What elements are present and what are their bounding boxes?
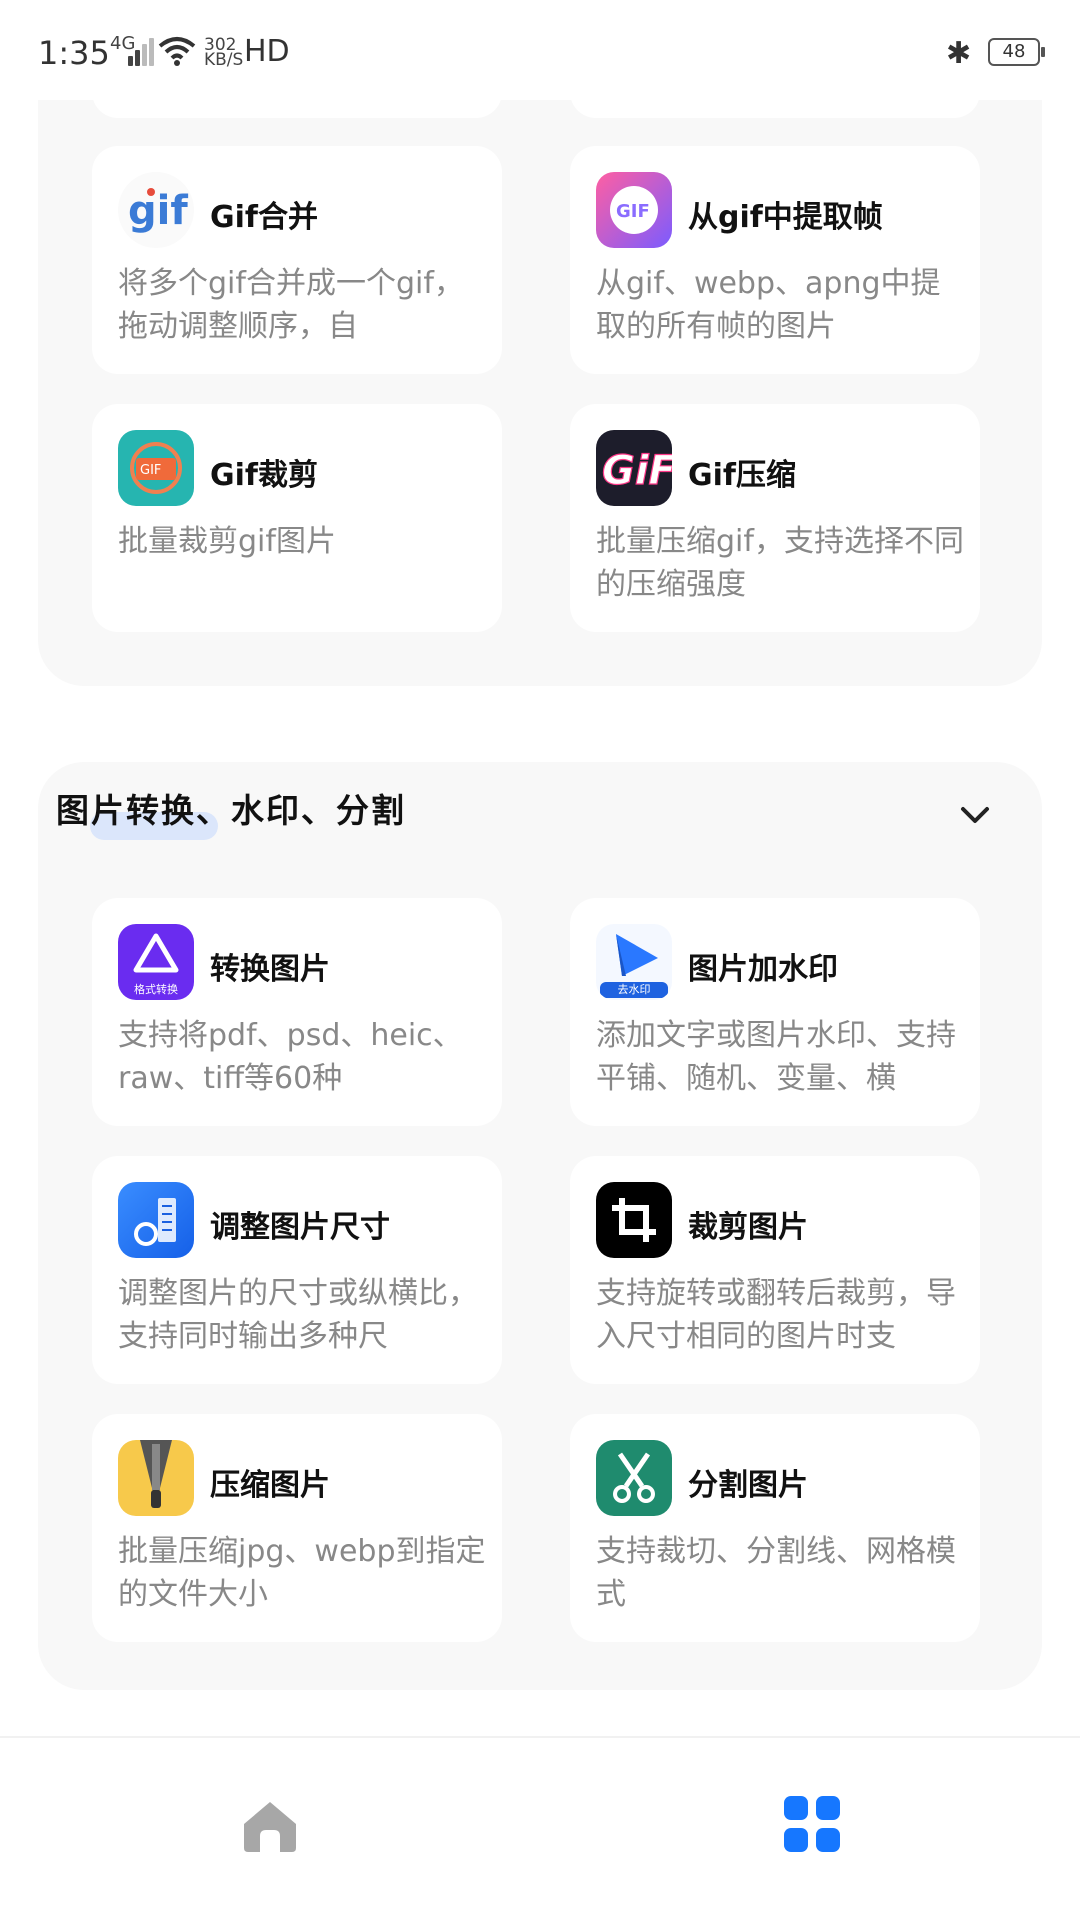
signal-icon <box>128 36 154 66</box>
tool-title: Gif压缩 <box>688 458 796 493</box>
tool-desc: 支持将pdf、psd、heic、raw、tiff等60种 <box>118 1018 463 1096</box>
home-icon[interactable] <box>240 1796 300 1856</box>
status-time: 1:35 <box>38 34 110 72</box>
bluetooth-icon: ✱ <box>946 36 972 71</box>
svg-text:gif: gif <box>128 188 188 234</box>
tool-desc: 支持裁切、分割线、网格模式 <box>596 1534 956 1612</box>
tool-title: Gif裁剪 <box>210 458 318 493</box>
tool-title: 压缩图片 <box>210 1468 330 1503</box>
tool-title: 转换图片 <box>210 952 330 987</box>
gif-merge-icon: gif <box>118 172 194 248</box>
net-speed-unit: KB/S <box>204 50 244 70</box>
svg-text:GIF: GIF <box>140 463 161 478</box>
tool-card-split-image[interactable]: 分割图片 支持裁切、分割线、网格模式 <box>570 1414 980 1642</box>
tool-card-crop-image[interactable]: 裁剪图片 支持旋转或翻转后裁剪，导入尺寸相同的图片时支 <box>570 1156 980 1384</box>
svg-text:GiF: GiF <box>602 448 672 494</box>
tool-desc: 批量压缩jpg、webp到指定的文件大小 <box>118 1534 486 1612</box>
battery-icon: 48 <box>988 38 1045 66</box>
tool-card-watermark[interactable]: 去水印 图片加水印 添加文字或图片水印、支持平铺、随机、变量、横 <box>570 898 980 1126</box>
crop-image-icon <box>596 1182 672 1258</box>
status-bar: 1:35 4G 302 KB/S HD ✱ 48 <box>0 0 1080 100</box>
tool-card-gif-crop[interactable]: GIF Gif裁剪 批量裁剪gif图片 <box>92 404 502 632</box>
icon-label: 格式转换 <box>134 983 178 996</box>
tool-card-compress-image[interactable]: 压缩图片 批量压缩jpg、webp到指定的文件大小 <box>92 1414 502 1642</box>
tool-title: 分割图片 <box>688 1468 808 1503</box>
tool-desc: 批量压缩gif，支持选择不同的压缩强度 <box>596 524 964 602</box>
tool-card-gif-extract[interactable]: GIF 从gif中提取帧 从gif、webp、apng中提取的所有帧的图片 <box>570 146 980 374</box>
icon-label: 去水印 <box>617 983 651 996</box>
tool-title: 调整图片尺寸 <box>210 1210 390 1245</box>
tool-desc: 从gif、webp、apng中提取的所有帧的图片 <box>596 266 941 344</box>
svg-text:GIF: GIF <box>616 201 650 222</box>
compress-image-icon <box>118 1440 194 1516</box>
tool-card-gif-compress[interactable]: GiF Gif压缩 批量压缩gif，支持选择不同的压缩强度 <box>570 404 980 632</box>
gif-crop-icon: GIF <box>118 430 194 506</box>
gif-compress-icon: GiF <box>596 430 672 506</box>
tool-desc: 批量裁剪gif图片 <box>118 524 336 559</box>
tool-card-gif-merge[interactable]: gif Gif合并 将多个gif合并成一个gif，拖动调整顺序，自 <box>92 146 502 374</box>
tool-title: Gif合并 <box>210 200 318 235</box>
tool-title: 图片加水印 <box>688 952 838 987</box>
tool-card-resize-image[interactable]: 调整图片尺寸 调整图片的尺寸或纵横比，支持同时输出多种尺 <box>92 1156 502 1384</box>
tool-desc: 将多个gif合并成一个gif，拖动调整顺序，自 <box>118 266 464 344</box>
tool-title: 从gif中提取帧 <box>688 200 883 235</box>
apps-grid-icon[interactable] <box>784 1796 842 1854</box>
tool-title: 裁剪图片 <box>688 1210 808 1245</box>
bottom-nav-divider <box>0 1736 1080 1738</box>
tool-desc: 调整图片的尺寸或纵横比，支持同时输出多种尺 <box>118 1276 478 1354</box>
section-title: 图片转换、水印、分割 <box>56 791 406 830</box>
wifi-icon <box>158 37 196 66</box>
watermark-icon: 去水印 <box>596 924 672 1000</box>
chevron-down-icon[interactable] <box>958 800 992 830</box>
tool-desc: 添加文字或图片水印、支持平铺、随机、变量、横 <box>596 1018 956 1096</box>
resize-image-icon <box>118 1182 194 1258</box>
gif-extract-icon: GIF <box>596 172 672 248</box>
tool-desc: 支持旋转或翻转后裁剪，导入尺寸相同的图片时支 <box>596 1276 956 1354</box>
net-speed: 302 KB/S <box>204 37 244 70</box>
tool-card-convert-image[interactable]: 格式转换 转换图片 支持将pdf、psd、heic、raw、tiff等60种 <box>92 898 502 1126</box>
convert-image-icon: 格式转换 <box>118 924 194 1000</box>
battery-level: 48 <box>1002 41 1026 62</box>
split-image-icon <box>596 1440 672 1516</box>
hd-indicator: HD <box>244 34 290 69</box>
